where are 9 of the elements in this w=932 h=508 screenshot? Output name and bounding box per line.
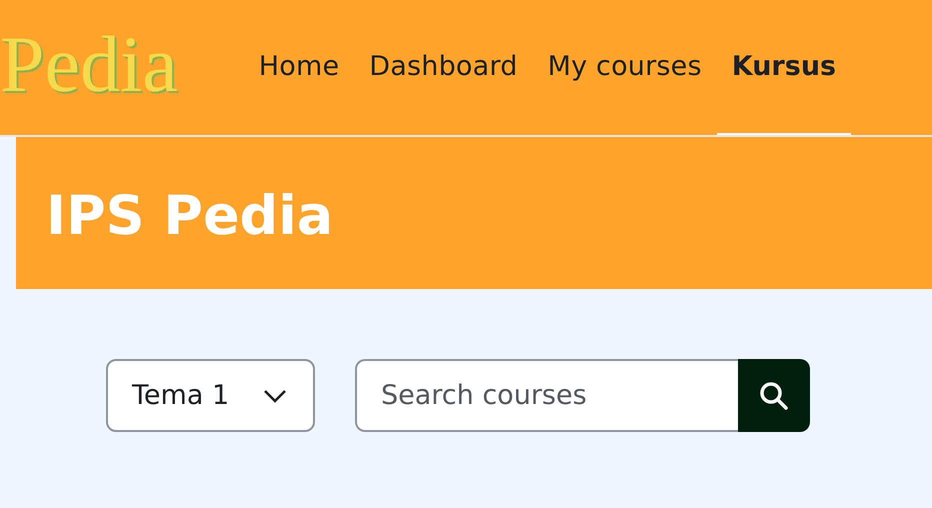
chevron-down-icon [263, 388, 287, 402]
nav-link[interactable]: Home [244, 0, 354, 135]
page-title: IPS Pedia [46, 184, 334, 246]
search-field[interactable]: Search courses [355, 359, 738, 432]
search-icon [758, 380, 790, 412]
search-button[interactable] [738, 359, 810, 432]
nav-link[interactable]: Dashboard [354, 0, 533, 135]
nav-link[interactable]: My courses [532, 0, 717, 135]
category-dropdown[interactable]: Tema 1 [106, 359, 315, 432]
